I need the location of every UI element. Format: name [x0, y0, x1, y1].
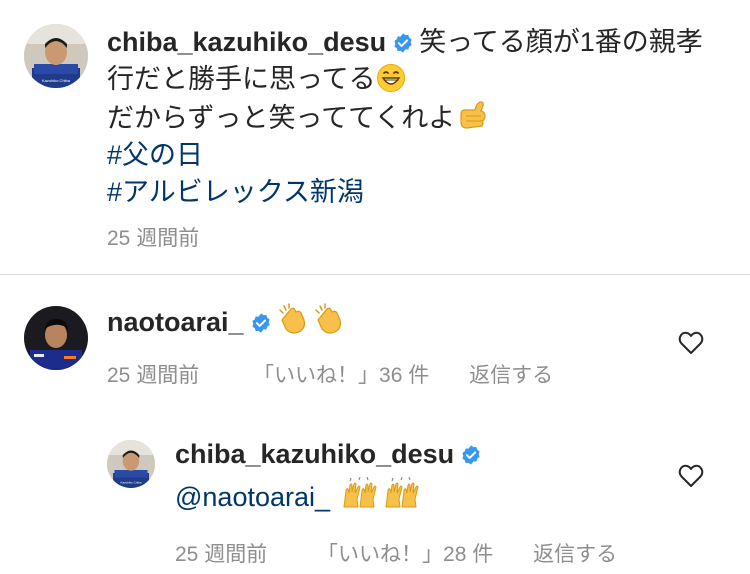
comment-reply-button[interactable]: 返信する: [469, 359, 553, 389]
reply-meta: 25 週間前 「いいね！」28 件 返信する: [175, 538, 675, 568]
caption-meta: 25 週間前: [107, 222, 737, 252]
comment-username[interactable]: naotoarai_: [107, 307, 244, 337]
reply-body: @naotoarai_: [175, 477, 675, 520]
call-me-hand-emoji-icon: [460, 101, 486, 129]
reply-time: 25 週間前: [175, 543, 268, 566]
caption-text-1: 笑ってる顔が1番の親孝: [419, 27, 703, 57]
post-caption: chiba_kazuhiko_desu 笑ってる顔が1番の親孝 行だと勝手に思っ…: [107, 24, 737, 252]
reply-reply-button[interactable]: 返信する: [533, 538, 617, 568]
comment-header: naotoarai_: [107, 302, 667, 345]
verified-badge-icon: [394, 33, 412, 53]
caption-avatar[interactable]: Kazuhiko Chiba: [24, 24, 88, 88]
grinning-face-emoji-icon: [376, 64, 405, 92]
reply-avatar[interactable]: Kazuhiko Chiba: [107, 440, 155, 488]
caption-line-2: 行だと勝手に思ってる: [107, 61, 737, 98]
comment-time: 25 週間前: [107, 364, 200, 387]
mention-link[interactable]: @naotoarai_: [175, 482, 330, 512]
reply-item: chiba_kazuhiko_desu @naotoarai_ 25 週間前 「…: [175, 436, 675, 568]
verified-badge-icon: [251, 313, 270, 333]
caption-text-3: だからずっと笑っててくれよ: [107, 103, 456, 133]
raising-hands-emoji-icon: [343, 477, 419, 508]
caption-line-1: chiba_kazuhiko_desu 笑ってる顔が1番の親孝: [107, 24, 737, 61]
hashtag-link-1[interactable]: #父の日: [107, 137, 737, 174]
comment-meta: 25 週間前 「いいね！」36 件 返信する: [107, 359, 667, 389]
svg-text:Kazuhiko Chiba: Kazuhiko Chiba: [120, 481, 141, 485]
heart-icon[interactable]: [678, 331, 704, 355]
divider: [0, 274, 750, 275]
heart-icon[interactable]: [678, 464, 704, 488]
clapping-hands-emoji-icon: [278, 303, 341, 334]
comment-item: naotoarai_ 25 週間前 「いいね！」36 件 返信する: [107, 302, 667, 389]
reply-header: chiba_kazuhiko_desu: [175, 436, 675, 477]
comment-likes[interactable]: 「いいね！」36 件: [253, 359, 429, 389]
reply-likes[interactable]: 「いいね！」28 件: [317, 538, 493, 568]
svg-text:Kazuhiko Chiba: Kazuhiko Chiba: [42, 78, 71, 83]
reply-username[interactable]: chiba_kazuhiko_desu: [175, 439, 454, 469]
caption-line-3: だからずっと笑っててくれよ: [107, 98, 737, 137]
comment-avatar[interactable]: [24, 306, 88, 370]
comments-screen: Kazuhiko Chiba chiba_kazuhiko_desu 笑ってる顔…: [0, 0, 750, 574]
caption-text-2: 行だと勝手に思ってる: [107, 64, 376, 94]
caption-username[interactable]: chiba_kazuhiko_desu: [107, 27, 386, 57]
caption-time: 25 週間前: [107, 227, 200, 250]
hashtag-link-2[interactable]: #アルビレックス新潟: [107, 174, 737, 211]
verified-badge-icon: [462, 445, 480, 465]
